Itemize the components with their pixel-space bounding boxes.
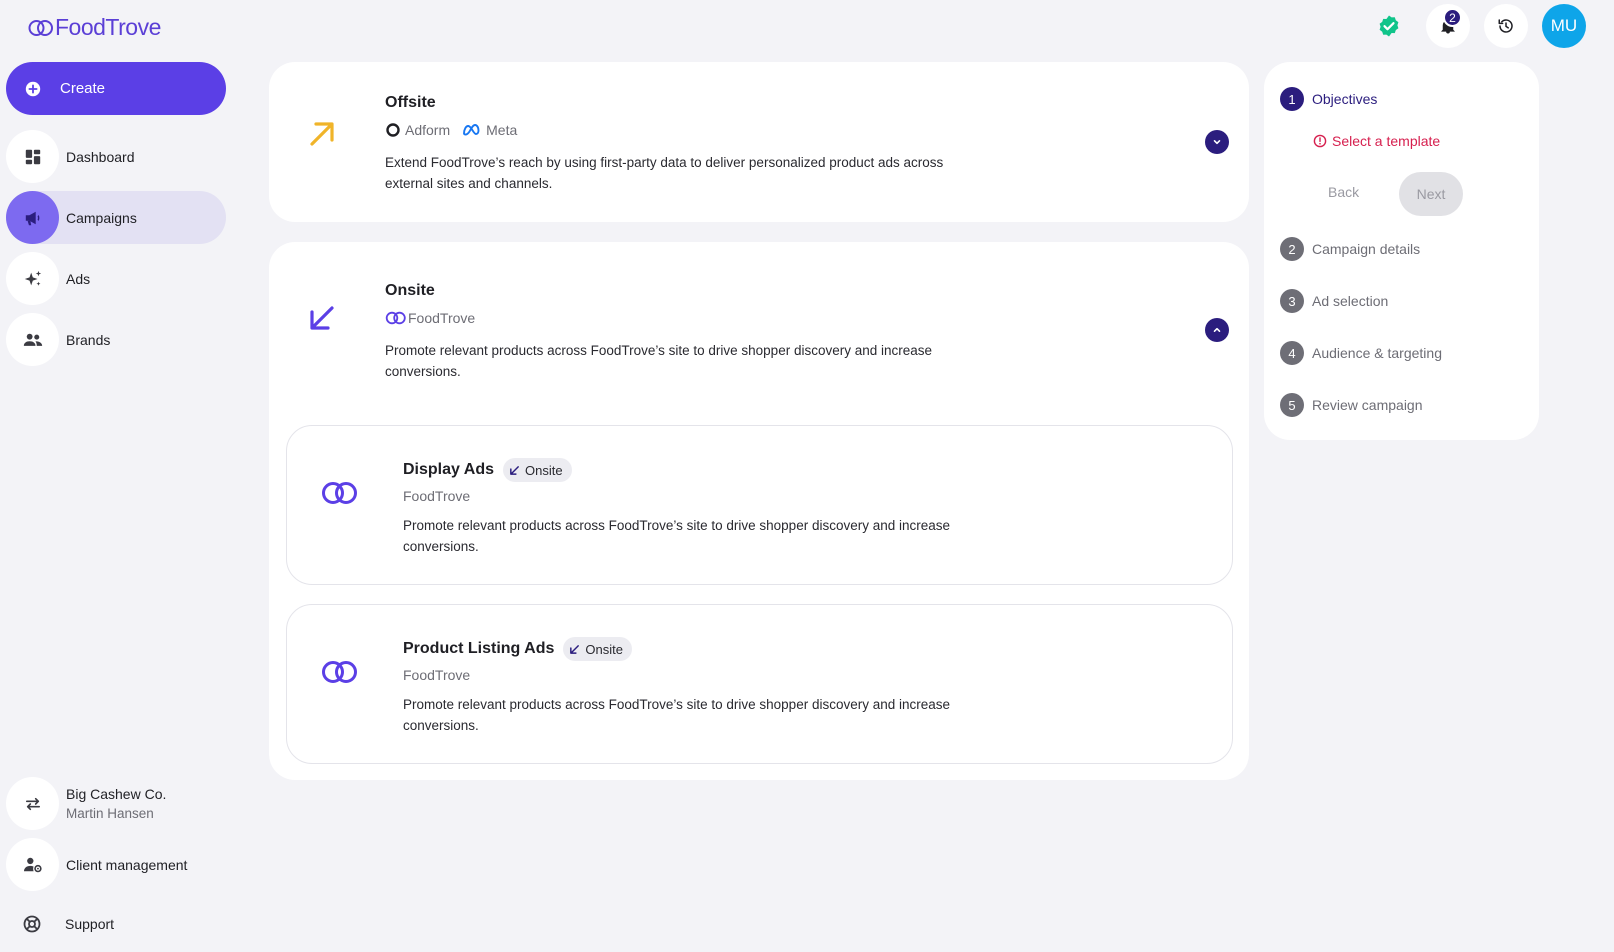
foodtrove-rings-icon <box>321 659 359 690</box>
channel-meta: Meta <box>462 122 517 138</box>
arrow-down-left-icon <box>570 644 580 654</box>
sidebar-item-dashboard[interactable]: Dashboard <box>6 130 226 183</box>
chevron-up-icon[interactable] <box>1205 318 1229 342</box>
foodtrove-rings-icon <box>385 311 406 325</box>
sidebar-item-label: Dashboard <box>66 148 135 165</box>
template-description: Promote relevant products across FoodTro… <box>403 518 951 554</box>
notifications-button[interactable]: 2 <box>1426 4 1470 48</box>
onsite-tag: Onsite <box>563 637 632 661</box>
template-brand: FoodTrove <box>403 488 471 504</box>
history-button[interactable] <box>1484 4 1528 48</box>
people-icon <box>6 313 59 366</box>
objective-description: Extend FoodTrove’s reach by using first-… <box>385 155 944 191</box>
foodtrove-logo[interactable]: FoodTrove <box>28 14 161 41</box>
step-label: Campaign details <box>1312 241 1421 257</box>
sparkle-icon <box>6 252 59 305</box>
template-description: Promote relevant products across FoodTro… <box>403 697 951 733</box>
step-label: Review campaign <box>1312 397 1423 413</box>
arrow-down-left-icon <box>305 301 339 335</box>
channel-foodtrove: FoodTrove <box>385 310 475 326</box>
step-ad-selection[interactable]: 3 Ad selection <box>1280 289 1388 313</box>
step-label: Ad selection <box>1312 293 1389 309</box>
step-label: Audience & targeting <box>1312 345 1442 361</box>
step-label: Objectives <box>1312 91 1378 107</box>
sidebar-item-client-management[interactable]: Client management <box>6 838 226 891</box>
top-actions: 2 MU <box>1374 4 1586 48</box>
back-button[interactable]: Back <box>1328 184 1359 200</box>
chevron-down-icon[interactable] <box>1205 130 1229 154</box>
tag-label: Onsite <box>585 641 623 657</box>
account-company: Big Cashew Co. <box>66 785 167 802</box>
alert-circle-icon <box>1313 134 1327 148</box>
channel-label: Meta <box>486 122 518 138</box>
step-campaign-details[interactable]: 2 Campaign details <box>1280 237 1420 261</box>
step-review-campaign[interactable]: 5 Review campaign <box>1280 393 1423 417</box>
account-switcher[interactable]: Big Cashew Co. Martin Hansen <box>6 777 226 830</box>
template-title-row: Product Listing Ads Onsite <box>403 637 632 661</box>
objective-title: Onsite <box>385 282 435 299</box>
channel-label: Adform <box>405 122 451 138</box>
step-number: 2 <box>1280 237 1304 261</box>
template-brand: FoodTrove <box>403 667 471 683</box>
arrow-up-right-icon <box>305 117 339 151</box>
user-settings-icon <box>6 838 59 891</box>
step-objectives[interactable]: 1 Objectives <box>1280 87 1377 111</box>
step-number: 5 <box>1280 393 1304 417</box>
template-title-row: Display Ads Onsite <box>403 458 572 482</box>
user-avatar[interactable]: MU <box>1542 4 1586 48</box>
lifebuoy-icon <box>23 915 41 933</box>
channel-adform: Adform <box>385 122 450 138</box>
tag-label: Onsite <box>525 462 563 478</box>
select-template-warning: Select a template <box>1313 133 1440 149</box>
sidebar-item-label: Campaigns <box>66 209 137 226</box>
template-card-display-ads[interactable]: Display Ads Onsite FoodTrove Promote rel… <box>286 425 1233 585</box>
objective-card-onsite[interactable]: Onsite FoodTrove Promote relevant produc… <box>269 242 1249 780</box>
brand-name: FoodTrove <box>55 14 161 40</box>
warning-text: Select a template <box>1332 133 1441 149</box>
objective-channels: FoodTrove <box>385 310 475 326</box>
arrow-down-left-icon <box>510 465 519 475</box>
swap-arrows-icon <box>6 777 59 830</box>
plus-circle-icon <box>6 80 60 98</box>
support-link[interactable]: Support <box>22 914 114 934</box>
adform-icon <box>386 123 400 137</box>
megaphone-icon <box>6 191 59 244</box>
step-number: 1 <box>1280 87 1304 111</box>
foodtrove-rings-icon <box>321 480 359 511</box>
sidebar-item-brands[interactable]: Brands <box>6 313 226 366</box>
foodtrove-rings-icon <box>28 19 53 36</box>
onsite-tag: Onsite <box>503 458 572 482</box>
history-icon <box>1498 19 1513 33</box>
sidebar-item-campaigns[interactable]: Campaigns <box>6 191 226 244</box>
objective-channels: Adform Meta <box>385 122 517 138</box>
account-user: Martin Hansen <box>66 805 154 821</box>
channel-label: FoodTrove <box>408 310 476 326</box>
template-card-product-listing-ads[interactable]: Product Listing Ads Onsite FoodTrove Pro… <box>286 604 1233 764</box>
create-label: Create <box>60 80 106 97</box>
template-title: Display Ads <box>403 461 494 478</box>
campaign-stepper: 1 Objectives Select a template Back Next… <box>1264 62 1539 440</box>
sidebar-item-label: Brands <box>66 331 111 348</box>
template-title: Product Listing Ads <box>403 640 555 657</box>
create-button[interactable]: Create <box>6 62 226 115</box>
objective-description: Promote relevant products across FoodTro… <box>385 343 933 379</box>
dashboard-icon <box>6 130 59 183</box>
notification-count-badge: 2 <box>1443 8 1462 27</box>
support-label: Support <box>65 916 115 932</box>
sidebar-item-label: Client management <box>66 856 188 873</box>
sidebar-item-label: Ads <box>66 270 91 287</box>
meta-icon <box>463 124 480 136</box>
account-info: Big Cashew Co. Martin Hansen <box>66 784 166 824</box>
step-number: 3 <box>1280 289 1304 313</box>
objective-card-offsite[interactable]: Offsite Adform Meta Extend FoodTrove’s r… <box>269 62 1249 222</box>
verified-badge-icon <box>1374 4 1404 48</box>
step-audience-targeting[interactable]: 4 Audience & targeting <box>1280 341 1442 365</box>
sidebar-item-ads[interactable]: Ads <box>6 252 226 305</box>
step-number: 4 <box>1280 341 1304 365</box>
objective-title: Offsite <box>385 94 436 111</box>
next-button[interactable]: Next <box>1399 172 1463 216</box>
